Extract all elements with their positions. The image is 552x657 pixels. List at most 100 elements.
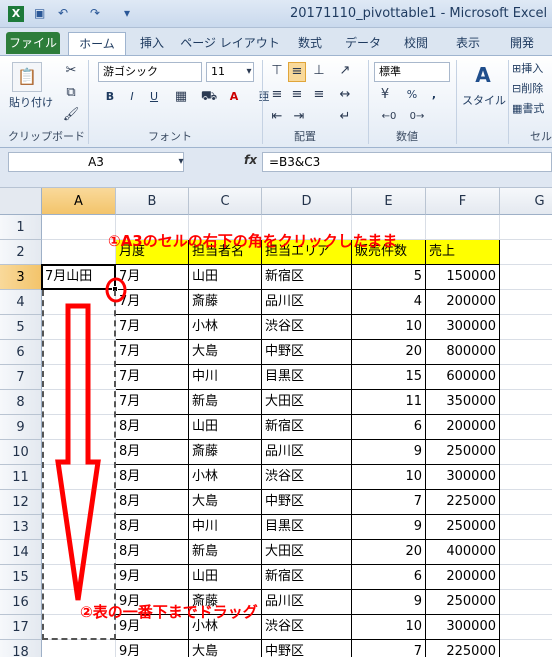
table-cell[interactable]: 20 xyxy=(352,540,426,565)
cell[interactable] xyxy=(500,365,552,390)
row-header-12[interactable]: 12 xyxy=(0,490,42,515)
table-cell[interactable]: 山田 xyxy=(189,415,262,440)
format-painter-icon[interactable]: 🖌 xyxy=(62,106,80,124)
cell[interactable] xyxy=(500,640,552,657)
currency-icon[interactable]: ¥ xyxy=(376,86,394,104)
table-cell[interactable]: 4 xyxy=(352,290,426,315)
row-header-9[interactable]: 9 xyxy=(0,415,42,440)
table-cell[interactable]: 中川 xyxy=(189,365,262,390)
row-header-16[interactable]: 16 xyxy=(0,590,42,615)
table-cell[interactable]: 7月 xyxy=(116,340,189,365)
table-cell[interactable]: 9 xyxy=(352,440,426,465)
row-header-17[interactable]: 17 xyxy=(0,615,42,640)
table-cell[interactable]: 大島 xyxy=(189,340,262,365)
percent-button[interactable]: % xyxy=(404,86,420,104)
table-cell[interactable]: 9 xyxy=(352,515,426,540)
row-header-14[interactable]: 14 xyxy=(0,540,42,565)
table-cell[interactable]: 11 xyxy=(352,390,426,415)
paste-button[interactable]: 貼り付け xyxy=(6,94,56,112)
table-cell[interactable]: 品川区 xyxy=(262,290,352,315)
tab-view[interactable]: 表示 xyxy=(448,32,488,54)
cell[interactable] xyxy=(500,565,552,590)
indent-decrease-icon[interactable]: ⇤ xyxy=(268,108,286,126)
undo-icon[interactable]: ↶ xyxy=(58,6,68,20)
cut-icon[interactable]: ✂ xyxy=(62,62,80,80)
cell[interactable] xyxy=(500,440,552,465)
excel-logo-icon[interactable]: X xyxy=(8,6,24,22)
tab-data[interactable]: データ xyxy=(340,32,386,54)
tab-insert[interactable]: 挿入 xyxy=(132,32,172,54)
table-cell[interactable]: 目黒区 xyxy=(262,365,352,390)
formula-input[interactable]: =B3&C3 xyxy=(262,152,552,172)
table-cell[interactable]: 中野区 xyxy=(262,490,352,515)
tab-review[interactable]: 校閲 xyxy=(396,32,436,54)
cell[interactable] xyxy=(500,515,552,540)
row-header-5[interactable]: 5 xyxy=(0,315,42,340)
table-cell[interactable]: 7月 xyxy=(116,390,189,415)
chevron-down-icon[interactable]: ▾ xyxy=(240,63,258,81)
table-cell[interactable]: 斎藤 xyxy=(189,440,262,465)
table-cell[interactable]: 6 xyxy=(352,565,426,590)
table-cell[interactable]: 6 xyxy=(352,415,426,440)
table-cell[interactable]: 新宿区 xyxy=(262,565,352,590)
cell[interactable] xyxy=(500,615,552,640)
select-all-corner[interactable] xyxy=(0,188,42,215)
table-cell[interactable]: 大田区 xyxy=(262,390,352,415)
table-cell[interactable]: 小林 xyxy=(189,465,262,490)
row-header-1[interactable]: 1 xyxy=(0,215,42,240)
name-box[interactable]: A3 xyxy=(8,152,184,172)
italic-button[interactable]: I xyxy=(124,88,140,106)
column-header-g[interactable]: G xyxy=(500,188,552,215)
cell[interactable] xyxy=(500,290,552,315)
align-right-icon[interactable]: ≡ xyxy=(310,86,328,104)
cell[interactable] xyxy=(500,315,552,340)
table-cell[interactable]: 10 xyxy=(352,615,426,640)
align-left-icon[interactable]: ≡ xyxy=(268,86,286,104)
table-cell[interactable]: 品川区 xyxy=(262,590,352,615)
bold-button[interactable]: B xyxy=(102,88,118,106)
table-cell[interactable]: 渋谷区 xyxy=(262,465,352,490)
customize-qat-icon[interactable]: ▾ xyxy=(124,6,130,20)
table-cell[interactable]: 新宿区 xyxy=(262,265,352,290)
format-cells-button[interactable]: ▦書式 xyxy=(512,100,552,118)
align-middle-icon[interactable]: ≡ xyxy=(288,62,306,82)
cell[interactable] xyxy=(42,240,116,265)
cell[interactable] xyxy=(42,215,116,240)
table-cell[interactable]: 600000 xyxy=(426,365,500,390)
table-cell[interactable]: 7月 xyxy=(116,290,189,315)
decrease-decimal-icon[interactable]: 0→ xyxy=(408,108,426,126)
table-cell[interactable]: 200000 xyxy=(426,290,500,315)
cell[interactable] xyxy=(500,590,552,615)
row-header-4[interactable]: 4 xyxy=(0,290,42,315)
insert-cells-button[interactable]: ⊞挿入 xyxy=(512,60,552,78)
cell[interactable] xyxy=(500,490,552,515)
row-header-7[interactable]: 7 xyxy=(0,365,42,390)
table-cell[interactable]: 新島 xyxy=(189,540,262,565)
column-header-e[interactable]: E xyxy=(352,188,426,215)
font-name-select[interactable]: 游ゴシック xyxy=(98,62,202,82)
save-icon[interactable]: ▣ xyxy=(34,6,45,20)
table-header-cell[interactable]: 売上 xyxy=(426,240,500,265)
cell[interactable] xyxy=(426,215,500,240)
table-cell[interactable]: 200000 xyxy=(426,415,500,440)
merge-icon[interactable]: ↔ xyxy=(336,86,354,104)
row-header-8[interactable]: 8 xyxy=(0,390,42,415)
table-cell[interactable]: 8月 xyxy=(116,515,189,540)
table-cell[interactable]: 目黒区 xyxy=(262,515,352,540)
table-cell[interactable]: 斎藤 xyxy=(189,290,262,315)
cell[interactable] xyxy=(500,340,552,365)
table-cell[interactable]: 中川 xyxy=(189,515,262,540)
table-cell[interactable]: 大島 xyxy=(189,640,262,657)
table-cell[interactable]: 中野区 xyxy=(262,640,352,657)
table-cell[interactable]: 8月 xyxy=(116,440,189,465)
table-cell[interactable]: 250000 xyxy=(426,515,500,540)
column-header-c[interactable]: C xyxy=(189,188,262,215)
tab-file[interactable]: ファイル xyxy=(6,32,60,54)
indent-increase-icon[interactable]: ⇥ xyxy=(290,108,308,126)
row-header-11[interactable]: 11 xyxy=(0,465,42,490)
table-cell[interactable]: 8月 xyxy=(116,415,189,440)
table-cell[interactable]: 新島 xyxy=(189,390,262,415)
table-cell[interactable]: 7月 xyxy=(116,265,189,290)
table-cell[interactable]: 400000 xyxy=(426,540,500,565)
table-cell[interactable]: 250000 xyxy=(426,590,500,615)
